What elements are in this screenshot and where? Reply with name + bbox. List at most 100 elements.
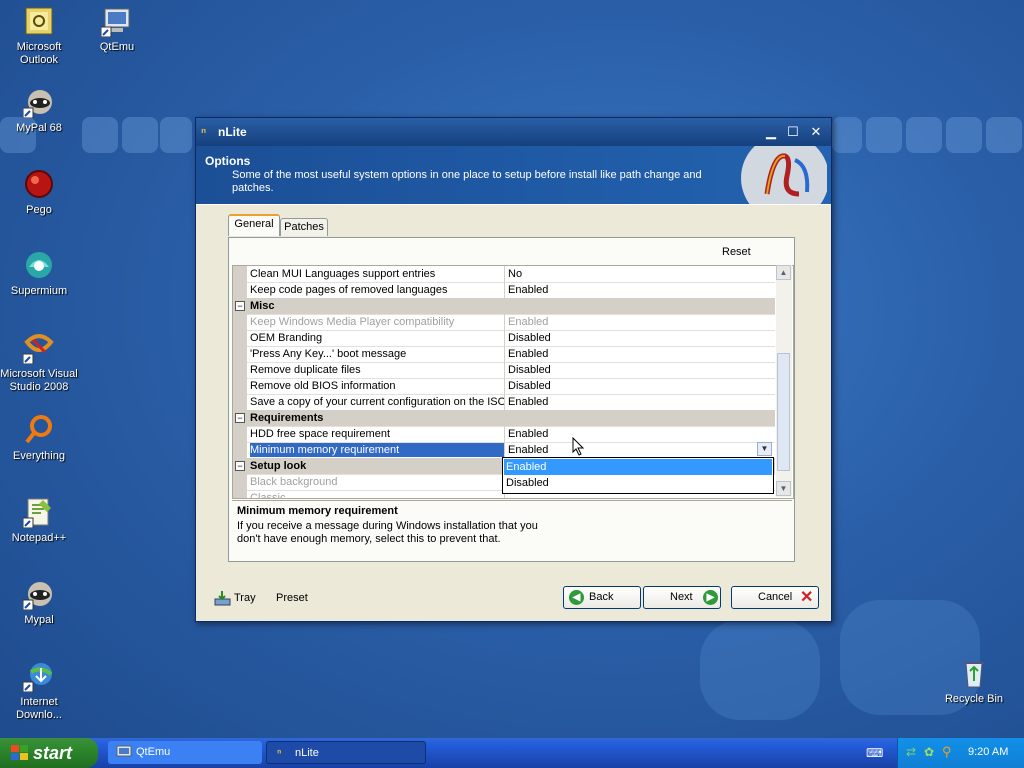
keyboard-icon[interactable]: ⌨ xyxy=(866,746,883,760)
window-titlebar[interactable]: ⁿ nLite ▁ ☐ ✕ xyxy=(196,118,831,146)
collapse-icon[interactable]: − xyxy=(235,461,245,471)
row-name: Minimum memory requirement xyxy=(250,443,504,457)
desktop-icon-mypal[interactable]: Mypal xyxy=(0,578,78,627)
mypal-icon xyxy=(22,86,55,119)
visual-studio-icon xyxy=(22,332,55,365)
cancel-x-icon: ✕ xyxy=(800,589,814,606)
internet-download-icon xyxy=(22,660,55,693)
desktop-icon-recycle-bin[interactable]: Recycle Bin xyxy=(935,657,1013,706)
grid-row: Keep Windows Media Player compatibility … xyxy=(233,314,775,331)
desktop-icon-supermium[interactable]: Supermium xyxy=(0,249,78,298)
scroll-down-button[interactable]: ▼ xyxy=(776,481,791,496)
description-text: If you receive a message during Windows … xyxy=(237,520,538,545)
combo-dropdown-list[interactable]: Enabled Disabled xyxy=(502,457,774,494)
combo-dropdown-button[interactable]: ▼ xyxy=(757,442,772,456)
row-name: Black background xyxy=(250,476,338,488)
tab-general[interactable]: General xyxy=(228,214,280,236)
close-button[interactable]: ✕ xyxy=(807,123,825,141)
desktop-decoration xyxy=(906,117,942,153)
category-requirements[interactable]: − Requirements xyxy=(233,410,775,427)
grid-row[interactable]: 'Press Any Key...' boot message Enabled xyxy=(233,346,775,363)
taskbar: start QtEmu ⁿ nLite ⌨ ⇄ ✿ ⚲ xyxy=(0,738,1024,768)
row-value[interactable]: Disabled xyxy=(504,378,774,394)
row-value[interactable]: Enabled xyxy=(504,426,774,442)
network-icon[interactable]: ⇄ xyxy=(906,745,916,759)
next-arrow-icon: ▶ xyxy=(703,590,718,605)
desktop-icon-internet-download[interactable]: Internet Downlo... xyxy=(0,660,78,722)
page-description: Some of the most useful system options i… xyxy=(232,169,702,194)
row-value[interactable]: No xyxy=(504,266,774,282)
row-value[interactable]: Enabled xyxy=(504,282,774,298)
desktop-icon-visual-studio[interactable]: Microsoft Visual Studio 2008 xyxy=(0,332,78,394)
taskbar-item-qtemu[interactable]: QtEmu xyxy=(108,741,262,764)
page-header: Options Some of the most useful system o… xyxy=(196,146,831,205)
notepadpp-icon xyxy=(22,496,55,529)
taskbar-clock[interactable]: 9:20 AM xyxy=(968,746,1008,758)
category-misc[interactable]: − Misc xyxy=(233,298,775,315)
desktop-icon-pego[interactable]: Pego xyxy=(0,168,78,217)
search-icon[interactable]: ⚲ xyxy=(942,744,952,760)
cancel-button[interactable]: Cancel ✕ xyxy=(731,586,819,609)
desktop-decoration xyxy=(122,117,158,153)
scroll-thumb[interactable] xyxy=(777,353,790,471)
back-arrow-icon: ◀ xyxy=(569,590,584,605)
desktop-icon-qtemu[interactable]: QtEmu xyxy=(78,5,156,54)
row-value-combo[interactable]: Enabled xyxy=(504,442,774,458)
row-value[interactable]: Disabled xyxy=(504,330,774,346)
reset-link[interactable]: Reset xyxy=(722,246,751,258)
category-name: Misc xyxy=(250,300,275,312)
qtemu-icon xyxy=(100,5,133,38)
recycle-bin-icon xyxy=(958,657,990,689)
nlite-app-icon: ⁿ xyxy=(277,747,282,759)
tab-patches[interactable]: Patches xyxy=(280,218,328,236)
desktop-icon-outlook[interactable]: Microsoft Outlook xyxy=(0,5,78,67)
grid-row[interactable]: Remove duplicate files Disabled xyxy=(233,362,775,379)
taskbar-item-nlite[interactable]: ⁿ nLite xyxy=(266,741,426,764)
nlite-app-icon: ⁿ xyxy=(201,124,207,139)
grid-row[interactable]: OEM Branding Disabled xyxy=(233,330,775,347)
security-icon[interactable]: ✿ xyxy=(924,745,934,759)
desktop-icon-everything[interactable]: Everything xyxy=(0,414,78,463)
desktop-icon-mypal-68[interactable]: MyPal 68 xyxy=(0,86,78,135)
description-title: Minimum memory requirement xyxy=(237,505,398,517)
preset-button[interactable]: Preset xyxy=(276,592,308,604)
grid-row[interactable]: Keep code pages of removed languages Ena… xyxy=(233,282,775,299)
scroll-up-button[interactable]: ▲ xyxy=(776,265,791,280)
start-button[interactable]: start xyxy=(0,738,98,768)
page-title: Options xyxy=(205,154,251,168)
desktop-decoration xyxy=(986,117,1022,153)
grid-row[interactable]: Save a copy of your current configuratio… xyxy=(233,394,775,411)
row-name: Remove duplicate files xyxy=(250,364,361,376)
next-button[interactable]: Next ▶ xyxy=(643,586,721,609)
grid-scrollbar[interactable]: ▲ ▼ xyxy=(776,265,792,497)
mouse-cursor-icon xyxy=(572,437,585,456)
row-name: Classic xyxy=(250,492,286,499)
grid-row[interactable]: Remove old BIOS information Disabled xyxy=(233,378,775,395)
row-value[interactable]: Enabled xyxy=(504,346,774,362)
maximize-button[interactable]: ☐ xyxy=(784,123,802,141)
row-value[interactable]: Enabled xyxy=(504,394,774,410)
row-name: 'Press Any Key...' boot message xyxy=(250,348,407,360)
collapse-icon[interactable]: − xyxy=(235,301,245,311)
dropdown-option-enabled[interactable]: Enabled xyxy=(504,459,772,475)
back-button[interactable]: ◀ Back xyxy=(563,586,641,609)
desktop-decoration xyxy=(160,117,192,153)
row-name: Clean MUI Languages support entries xyxy=(250,268,436,280)
category-name: Setup look xyxy=(250,460,307,472)
mypal-icon xyxy=(22,578,55,611)
description-box: Minimum memory requirement If you receiv… xyxy=(232,500,792,558)
collapse-icon[interactable]: − xyxy=(235,413,245,423)
row-value[interactable]: Disabled xyxy=(504,362,774,378)
desktop-decoration xyxy=(82,117,118,153)
qtemu-icon xyxy=(116,745,132,757)
pego-icon xyxy=(23,168,55,200)
minimize-button[interactable]: ▁ xyxy=(762,123,780,141)
windows-flag-icon xyxy=(11,745,28,760)
row-name: Remove old BIOS information xyxy=(250,380,396,392)
window-title: nLite xyxy=(218,125,247,139)
grid-row[interactable]: HDD free space requirement Enabled xyxy=(233,426,775,443)
grid-row[interactable]: Clean MUI Languages support entries No xyxy=(233,266,775,283)
desktop-icon-notepadpp[interactable]: Notepad++ xyxy=(0,496,78,545)
row-value: Enabled xyxy=(504,314,774,330)
dropdown-option-disabled[interactable]: Disabled xyxy=(504,475,772,491)
